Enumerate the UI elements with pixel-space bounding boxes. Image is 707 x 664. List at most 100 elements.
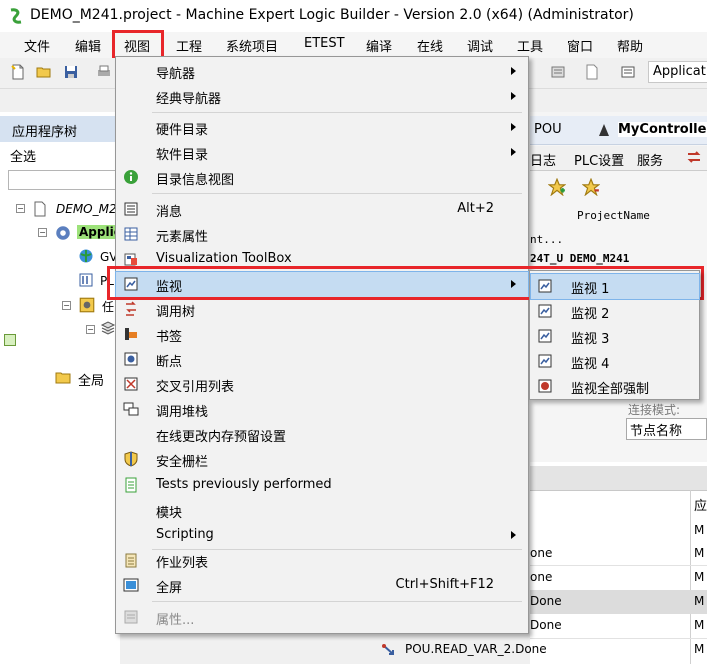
connect-mode-label: 连接模式: [628,403,681,417]
menu-item-call-tree[interactable]: 调用树 [116,297,528,322]
save-icon[interactable] [63,64,79,80]
table-row[interactable]: POU.READ_VAR_2.Done [405,642,547,656]
menu-system-project[interactable]: 系统项目 [226,36,278,55]
menu-item-online-change-memory-reserve[interactable]: 在线更改内存预留设置 [116,422,528,447]
menu-item-label: 元素属性 [156,230,209,245]
tab-mycontroller[interactable]: MyController [618,122,707,137]
submenu-item-label: 监视 1 [571,282,610,297]
menu-edit[interactable]: 编辑 [75,36,101,55]
menu-item-shortcut: Ctrl+Shift+F12 [395,577,494,592]
tab-plc-settings[interactable]: PLC设置 [574,150,624,169]
menu-item-label: 属性... [156,613,195,628]
swap-arrows-icon[interactable] [686,150,702,164]
app-logo-icon [10,8,22,24]
task-config-icon [79,297,95,313]
new-file-icon[interactable] [10,64,26,80]
table-row[interactable]: one [530,570,552,584]
tool-icon-b[interactable] [584,64,600,80]
info-icon [124,170,138,184]
submenu-item-watch-1[interactable]: 监视 1 [530,273,700,300]
tab-pou[interactable]: POU [534,122,562,137]
dock-marker[interactable] [4,334,16,346]
menu-item-task-list[interactable]: 作业列表 [116,548,528,573]
menu-item-properties[interactable]: 属性... [116,605,528,630]
tree-item-project[interactable]: DEMO_M2 [56,202,117,216]
menu-item-scripting[interactable]: Scripting [116,523,528,548]
window-title: DEMO_M241.project - Machine Expert Logic… [30,7,634,23]
table-row[interactable]: Done [530,594,562,608]
menu-tools[interactable]: 工具 [517,36,543,55]
tree-expand-toggle[interactable]: − [86,325,95,334]
star-add-icon[interactable] [548,178,566,196]
test-doc-icon [125,477,137,493]
print-icon[interactable] [96,64,112,80]
gear-icon [56,226,70,240]
table-row[interactable]: one [530,546,552,560]
menu-window[interactable]: 窗口 [567,36,593,55]
menu-item-label: 调用堆栈 [156,405,209,420]
menu-item-label: 软件目录 [156,148,209,163]
tree-filter-input[interactable] [8,170,120,190]
tree-expand-toggle[interactable]: − [16,204,25,213]
tab-log[interactable]: 日志 [530,150,556,169]
tool-icon-c[interactable] [620,64,636,80]
menu-separator [152,601,522,602]
menu-item-label: 导航器 [156,67,196,82]
menu-item-label: 经典导航器 [156,92,222,107]
menu-item-safety-fence[interactable]: 安全栅栏 [116,447,528,472]
submenu-item-watch-4[interactable]: 监视 4 [531,349,699,374]
active-application-field[interactable]: Applicat [648,61,707,83]
star-remove-icon[interactable] [582,178,600,196]
tree-expand-toggle[interactable]: − [62,301,71,310]
menu-bar: 文件 编辑 视图 工程 系统项目 ETEST 编译 在线 调试 工具 窗口 帮助 [0,32,707,58]
table-header-row [530,466,707,491]
tree-expand-toggle[interactable]: − [38,228,47,237]
cross-reference-icon [124,377,138,391]
menu-debug[interactable]: 调试 [467,36,493,55]
menu-item-navigator[interactable]: 导航器 [116,59,528,84]
menu-etest[interactable]: ETEST [304,36,345,51]
row-divider [530,565,707,566]
menu-item-bookmarks[interactable]: 书签 [116,322,528,347]
menu-help[interactable]: 帮助 [617,36,643,55]
open-folder-icon[interactable] [36,64,52,80]
menu-project[interactable]: 工程 [176,36,202,55]
menu-item-software-catalog[interactable]: 软件目录 [116,140,528,165]
menu-file[interactable]: 文件 [24,36,50,55]
variable-arrow-icon [382,644,394,655]
table-column-header: 应 [694,499,707,514]
tool-icon-a[interactable] [550,64,566,80]
menu-item-cross-reference-list[interactable]: 交叉引用列表 [116,372,528,397]
menu-item-label: 书签 [156,330,183,345]
menu-item-tests-previously-performed[interactable]: Tests previously performed [116,473,528,498]
menu-online[interactable]: 在线 [417,36,443,55]
watch-forced-icon [538,379,552,393]
menu-item-fullscreen[interactable]: 全屏 Ctrl+Shift+F12 [116,573,528,598]
menu-item-breakpoints[interactable]: 断点 [116,347,528,372]
menu-item-element-properties[interactable]: 元素属性 [116,222,528,247]
menu-item-call-stack[interactable]: 调用堆栈 [116,397,528,422]
submenu-item-watch-3[interactable]: 监视 3 [531,324,699,349]
tree-item-global[interactable]: 全局 [78,370,104,389]
tree-item-task[interactable]: 任 [102,298,114,315]
menu-item-messages[interactable]: 消息 Alt+2 [116,197,528,222]
call-stack-icon [123,402,139,416]
menu-separator [152,193,522,194]
properties-icon [124,610,138,624]
menu-item-catalog-info-view[interactable]: 目录信息视图 [116,165,528,190]
table-row[interactable]: Done [530,618,562,632]
select-all-label[interactable]: 全选 [10,146,36,165]
toolbox-icon [124,253,137,266]
menu-item-classic-navigator[interactable]: 经典导航器 [116,84,528,109]
submenu-item-watch-2[interactable]: 监视 2 [531,299,699,324]
table-cell: M [694,594,705,608]
menu-item-hardware-catalog[interactable]: 硬件目录 [116,115,528,140]
menu-item-modules[interactable]: 模块 [116,498,528,523]
tab-services[interactable]: 服务 [637,150,663,169]
properties-grid-icon [124,227,138,241]
submenu-arrow-icon [511,123,516,131]
breakpoint-icon [124,352,138,366]
connect-mode-select[interactable]: 节点名称 [626,418,707,440]
menu-build[interactable]: 编译 [366,36,392,55]
submenu-item-watch-all-forces[interactable]: 监视全部强制 [531,374,699,399]
